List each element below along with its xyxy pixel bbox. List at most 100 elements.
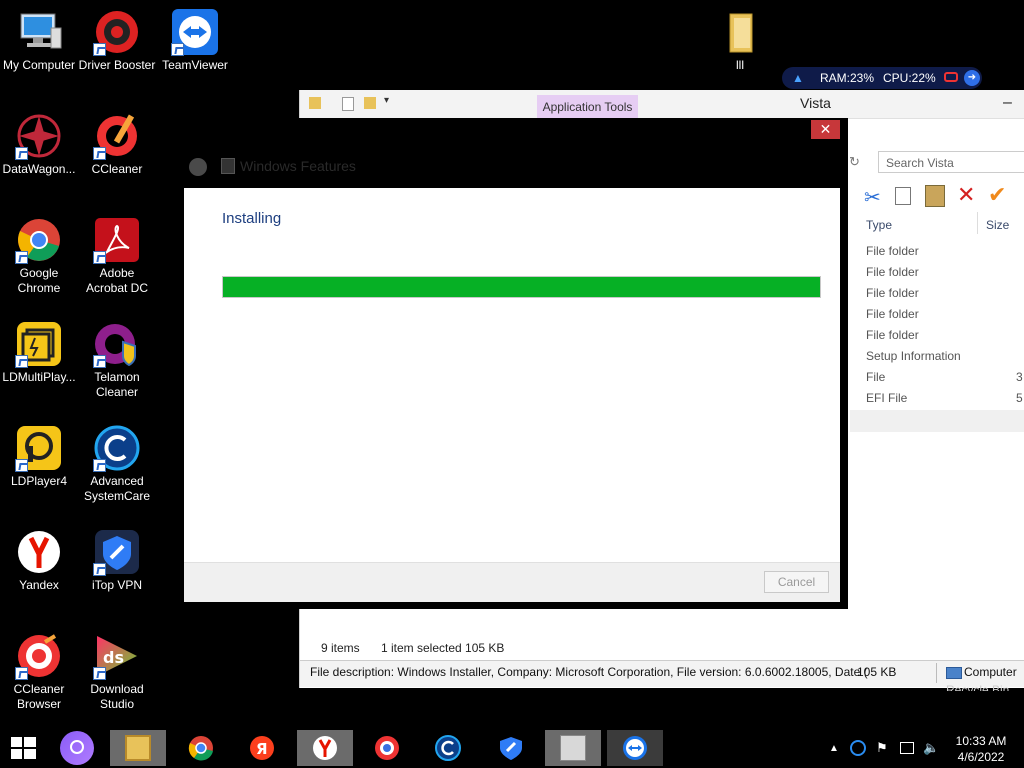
- taskbar-teamviewer[interactable]: [607, 730, 663, 766]
- column-header-size[interactable]: Size: [986, 218, 1009, 232]
- desktop-icon-label: Telamon Cleaner: [94, 370, 140, 399]
- network-icon[interactable]: [900, 742, 914, 754]
- driver-booster-icon: [93, 8, 141, 56]
- folder-icon: [309, 97, 321, 109]
- zone-label: Computer: [964, 665, 1017, 679]
- desktop-icon-adobe-acrobat[interactable]: Adobe Acrobat DC: [78, 216, 156, 296]
- desktop-icon-folder-lll[interactable]: lll: [701, 8, 779, 73]
- refresh-icon[interactable]: ↻: [849, 154, 860, 170]
- file-description: File description: Windows Installer, Com…: [310, 665, 868, 679]
- column-divider[interactable]: [977, 212, 978, 234]
- desktop-icon-label: Download Studio: [90, 682, 144, 711]
- desktop-icon-ccleaner-browser[interactable]: CCleaner Browser: [0, 632, 78, 712]
- ram-usage: RAM:23%: [820, 71, 875, 85]
- dialog-title: Windows Features: [240, 158, 356, 174]
- file-row-type[interactable]: File folder: [866, 307, 919, 321]
- desktop-icon-itop-vpn[interactable]: iTop VPN: [78, 528, 156, 593]
- taskbar-yandex[interactable]: [297, 730, 353, 766]
- taskbar-chrome[interactable]: [173, 730, 229, 766]
- minimize-button[interactable]: –: [1003, 94, 1012, 112]
- alice-icon: [70, 740, 84, 754]
- file-row-type[interactable]: File folder: [866, 328, 919, 342]
- volume-muted-icon[interactable]: 🔈: [923, 740, 939, 756]
- taskbar-ccleaner-browser[interactable]: [359, 730, 415, 766]
- properties-icon[interactable]: [342, 97, 354, 111]
- desktop-icon-yandex[interactable]: Yandex: [0, 528, 78, 593]
- delete-icon[interactable]: ✕: [957, 182, 975, 208]
- performance-widget[interactable]: ▲ RAM:23% CPU:22% ➜: [782, 67, 982, 89]
- desktop-icon-advanced-systemcare[interactable]: Advanced SystemCare: [78, 424, 156, 504]
- advanced-systemcare-tray-icon[interactable]: [850, 740, 866, 756]
- dialog-app-icon: [189, 158, 207, 176]
- file-row-type[interactable]: File folder: [866, 244, 919, 258]
- explorer-title-bar[interactable]: ▾ Application Tools Vista –: [300, 90, 1024, 119]
- ccleaner-icon: [93, 112, 141, 160]
- search-input[interactable]: Search Vista: [878, 151, 1024, 173]
- arrow-right-icon[interactable]: ➜: [964, 70, 980, 86]
- file-row-size: 5: [1016, 391, 1023, 405]
- file-row-type[interactable]: File: [866, 370, 885, 384]
- cancel-button[interactable]: Cancel: [764, 571, 829, 593]
- item-count: 9 items: [321, 641, 360, 655]
- file-row-type[interactable]: EFI File: [866, 391, 907, 405]
- file-row-type[interactable]: Setup Information: [866, 349, 961, 363]
- file-explorer-icon: [125, 735, 151, 761]
- paste-icon[interactable]: [925, 185, 945, 207]
- flag-icon[interactable]: ⚑: [876, 740, 888, 756]
- cut-icon[interactable]: ✂: [864, 185, 881, 210]
- alice-assistant-button[interactable]: [60, 731, 94, 765]
- installer-icon: [560, 735, 586, 761]
- download-studio-icon: ds: [93, 632, 141, 680]
- desktop-icon-my-computer[interactable]: My Computer: [0, 8, 78, 73]
- desktop-icon-google-chrome[interactable]: Google Chrome: [0, 216, 78, 296]
- details-bar: File description: Windows Installer, Com…: [300, 660, 1024, 687]
- desktop-icon-label: Google Chrome: [17, 266, 61, 295]
- taskbar-itop-vpn[interactable]: [483, 730, 539, 766]
- record-icon: [944, 72, 958, 82]
- computer-icon: [15, 8, 63, 56]
- clock-time: 10:33 AM: [955, 734, 1007, 748]
- ccleaner-browser-icon: [15, 632, 63, 680]
- file-row-type[interactable]: File folder: [866, 265, 919, 279]
- itop-vpn-icon: [500, 737, 522, 760]
- desktop-icon-teamviewer[interactable]: TeamViewer: [156, 8, 234, 73]
- start-button[interactable]: [8, 734, 38, 762]
- file-row-type[interactable]: File folder: [866, 286, 919, 300]
- desktop-icon-ldplayer4[interactable]: LDPlayer4: [0, 424, 78, 489]
- desktop-icon-label: My Computer: [2, 58, 76, 72]
- file-size: 105 KB: [857, 665, 897, 679]
- taskbar-file-explorer[interactable]: [110, 730, 166, 766]
- chevron-down-icon[interactable]: ▾: [384, 95, 389, 106]
- rename-icon[interactable]: ✔: [988, 182, 1006, 208]
- show-hidden-icons-icon[interactable]: ▲: [829, 743, 839, 754]
- desktop-icon-driver-booster[interactable]: Driver Booster: [78, 8, 156, 73]
- desktop-icon-telamon[interactable]: Telamon Cleaner: [78, 320, 156, 400]
- folder-icon: [716, 8, 764, 56]
- desktop-icon-label: Advanced SystemCare: [83, 474, 151, 503]
- svg-text:ds: ds: [103, 648, 124, 667]
- desktop-icon-ldmultiplayer[interactable]: LDMultiPlay...: [0, 320, 78, 385]
- windows-logo-icon: [11, 737, 36, 759]
- dialog-footer: [184, 562, 840, 602]
- close-button[interactable]: ✕: [811, 120, 840, 139]
- ribbon-tab-application-tools[interactable]: Application Tools: [537, 95, 638, 118]
- desktop-icon-datawagon[interactable]: DataWagon...: [0, 112, 78, 177]
- separator: [936, 663, 937, 683]
- column-header-type[interactable]: Type: [866, 218, 892, 232]
- desktop-icon-ccleaner[interactable]: CCleaner: [78, 112, 156, 177]
- taskbar-yandex-browser[interactable]: Я: [234, 730, 290, 766]
- recycle-bin-label: Recycle Bin: [946, 683, 1010, 691]
- advanced-systemcare-icon: [435, 735, 461, 761]
- taskbar-advanced-systemcare[interactable]: [420, 730, 476, 766]
- datawagon-icon: [15, 112, 63, 160]
- copy-icon[interactable]: [895, 187, 911, 205]
- selected-row-highlight[interactable]: [850, 410, 1024, 432]
- acrobat-icon: [93, 216, 141, 264]
- new-folder-icon[interactable]: [364, 97, 376, 109]
- desktop-icon-label: Driver Booster: [78, 58, 156, 72]
- desktop-icon-download-studio[interactable]: ds Download Studio: [78, 632, 156, 712]
- chrome-icon: [15, 216, 63, 264]
- system-clock[interactable]: 10:33 AM 4/6/2022: [950, 733, 1012, 765]
- taskbar-windows-installer[interactable]: [545, 730, 601, 766]
- advanced-systemcare-icon: [93, 424, 141, 472]
